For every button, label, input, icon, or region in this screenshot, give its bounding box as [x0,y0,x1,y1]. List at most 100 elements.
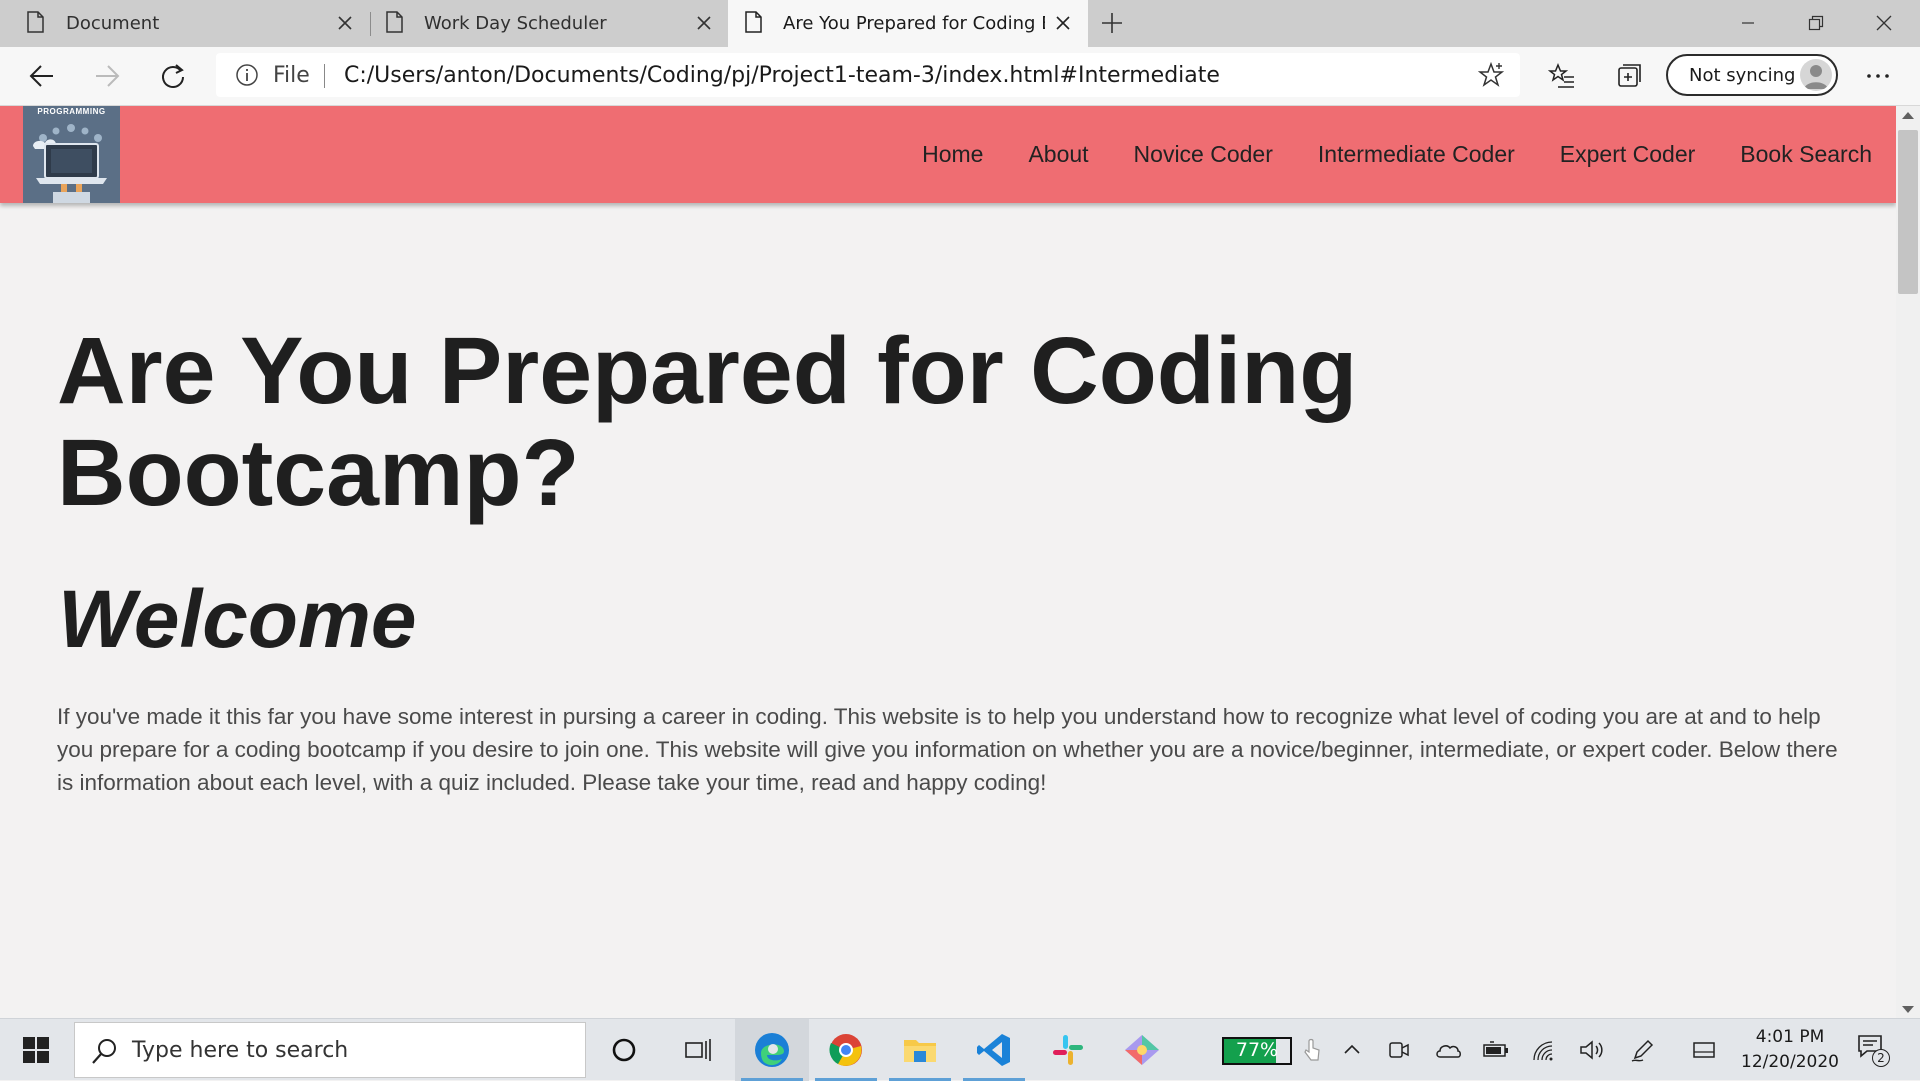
tray-battery[interactable] [1481,1035,1511,1065]
nav-expert-coder[interactable]: Expert Coder [1560,141,1696,168]
taskbar-edge[interactable] [735,1019,809,1081]
action-center-button[interactable]: 2 [1856,1033,1890,1067]
address-bar[interactable]: File C:/Users/anton/Documents/Coding/pj/… [216,53,1520,97]
taskbar-clock[interactable]: 4:01 PM 12/20/2020 [1730,1025,1850,1075]
new-tab-button[interactable] [1097,8,1127,38]
tab-coding-bootcamp[interactable]: Are You Prepared for Coding Boc [728,0,1088,47]
welcome-heading: Welcome [58,574,417,665]
scroll-down-arrow-icon[interactable] [1902,1006,1914,1013]
settings-more-button[interactable] [1860,58,1896,94]
taskbar-gitkraken[interactable] [1105,1019,1179,1081]
nav-book-search[interactable]: Book Search [1740,141,1872,168]
search-icon [92,1039,116,1064]
back-button[interactable] [24,58,60,94]
address-divider [324,64,325,88]
tray-pen[interactable] [1297,1035,1327,1065]
taskbar-vscode[interactable] [957,1019,1031,1081]
search-placeholder: Type here to search [132,1038,349,1063]
tray-pen-workspace[interactable] [1628,1035,1658,1065]
close-tab-icon[interactable] [333,11,357,35]
close-icon [1876,15,1892,31]
browser-toolbar: File C:/Users/anton/Documents/Coding/pj/… [0,47,1920,106]
page-icon [27,11,44,33]
notification-count-badge: 2 [1872,1049,1890,1067]
start-button[interactable] [0,1019,72,1081]
taskbar-slack[interactable] [1031,1019,1105,1081]
refresh-icon [162,64,184,88]
windows-taskbar: Type here to search 77% 4:01 PM 12/20/20… [0,1018,1920,1081]
clock-date: 12/20/2020 [1741,1052,1839,1072]
taskbar-chrome[interactable] [809,1019,883,1081]
nav-about[interactable]: About [1028,141,1088,168]
tab-document[interactable]: Document [0,0,360,47]
close-window-button[interactable] [1861,8,1907,38]
sync-status-label: Not syncing [1689,65,1796,86]
nav-novice-coder[interactable]: Novice Coder [1134,141,1273,168]
nav-intermediate-coder[interactable]: Intermediate Coder [1318,141,1515,168]
collections-icon [1618,64,1641,87]
touch-icon [1304,1038,1320,1061]
tray-meet-now[interactable] [1384,1035,1414,1065]
restore-icon [1808,15,1824,31]
battery-indicator[interactable]: 77% [1222,1037,1292,1065]
scheme-label: File [273,63,310,88]
scrollbar-thumb[interactable] [1898,130,1918,294]
minimize-button[interactable] [1725,8,1771,38]
meet-now-icon [1389,1042,1409,1058]
tab-work-day-scheduler[interactable]: Work Day Scheduler [372,0,726,47]
collections-button[interactable] [1611,58,1647,94]
tab-title: Document [66,13,160,34]
speaker-icon [1580,1040,1603,1060]
taskbar-search-input[interactable]: Type here to search [74,1022,586,1078]
folder-icon [904,1040,936,1062]
favorites-button[interactable] [1544,58,1580,94]
show-hidden-icons-button[interactable] [1337,1035,1367,1065]
nav-links: Home About Novice Coder Intermediate Cod… [877,106,1872,203]
battery-percent: 77% [1235,1039,1279,1061]
taskbar-file-explorer[interactable] [883,1019,957,1081]
keyboard-icon [1693,1042,1715,1058]
page-scrollbar[interactable] [1896,106,1920,1018]
chrome-icon [829,1034,862,1066]
close-tab-icon[interactable] [692,11,716,35]
close-tab-icon[interactable] [1051,11,1075,35]
battery-charging-icon [1483,1041,1508,1057]
arrow-right-icon [96,65,120,87]
plus-icon [1102,13,1122,33]
arrow-left-icon [29,65,53,87]
gitkraken-icon [1125,1035,1159,1065]
web-page: PROGRAMMING Home About Novice Coder Inte… [0,106,1896,1018]
windows-logo-icon [23,1037,49,1063]
task-view-button[interactable] [661,1019,735,1081]
cortana-icon [612,1038,636,1062]
scroll-up-arrow-icon[interactable] [1902,112,1914,119]
profile-button[interactable]: Not syncing [1666,54,1838,96]
vscode-icon [977,1034,1010,1066]
favorites-list-icon [1548,63,1574,88]
tray-touch-keyboard[interactable] [1689,1035,1719,1065]
logo-text: PROGRAMMING [37,107,106,116]
page-icon [386,11,403,33]
site-navbar: PROGRAMMING Home About Novice Coder Inte… [0,106,1896,203]
info-icon[interactable] [235,63,259,87]
chevron-up-icon [1344,1044,1360,1054]
slack-icon [1053,1035,1083,1065]
edge-icon [755,1033,789,1067]
tab-divider [370,12,371,36]
restore-button[interactable] [1793,8,1839,38]
clock-time: 4:01 PM [1755,1027,1825,1047]
nav-home[interactable]: Home [922,141,983,168]
tray-network[interactable] [1529,1035,1559,1065]
refresh-button[interactable] [155,58,191,94]
intro-paragraph: If you've made it this far you have some… [57,704,1838,795]
url-text[interactable]: C:/Users/anton/Documents/Coding/pj/Proje… [344,63,1220,88]
more-horizontal-icon [1867,74,1889,78]
tab-title: Are You Prepared for Coding Boc [783,13,1045,34]
forward-button[interactable] [89,58,125,94]
cortana-button[interactable] [587,1019,661,1081]
tray-onedrive[interactable] [1433,1035,1463,1065]
laptop-illustration-icon [33,124,107,203]
favorite-star-icon[interactable] [1478,62,1504,88]
site-logo[interactable]: PROGRAMMING [23,106,120,203]
tray-volume[interactable] [1577,1035,1607,1065]
